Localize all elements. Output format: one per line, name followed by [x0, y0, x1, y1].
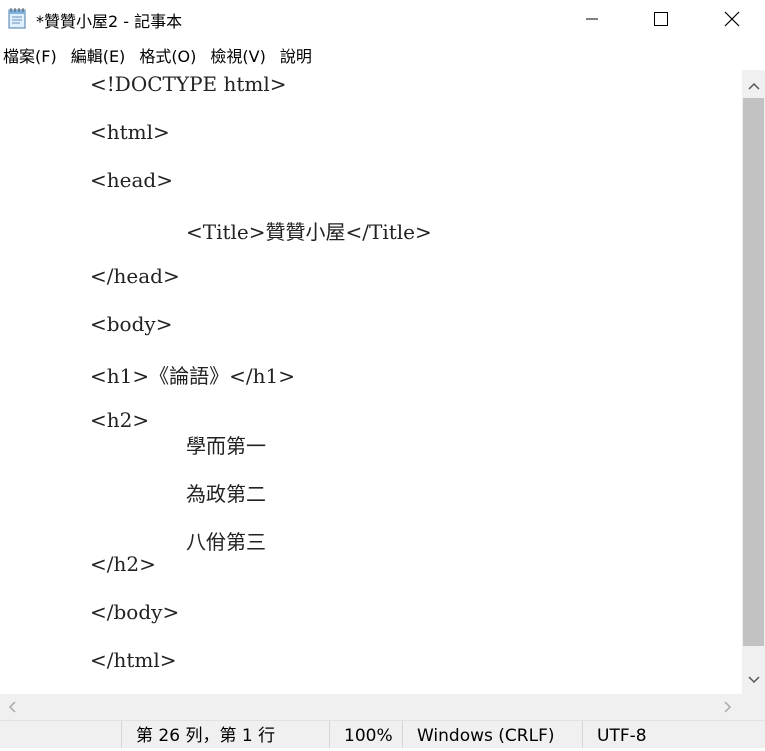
maximize-button[interactable] — [638, 0, 684, 38]
scroll-down-button[interactable] — [742, 668, 765, 692]
minimize-button[interactable] — [569, 0, 615, 38]
title-bar: *贊贊小屋2 - 記事本 — [0, 0, 765, 38]
line-ending: Windows (CRLF) — [402, 721, 580, 748]
editor-line: </head> — [90, 264, 180, 288]
editor-line: </body> — [90, 600, 180, 624]
chevron-down-icon — [747, 676, 760, 684]
encoding: UTF-8 — [582, 721, 765, 748]
menu-bar: 檔案(F) 編輯(E) 格式(O) 檢視(V) 說明 — [0, 42, 765, 68]
editor-line: </h2> — [90, 552, 156, 576]
editor-line: 為政第二 — [186, 482, 266, 506]
menu-edit[interactable]: 編輯(E) — [67, 43, 130, 67]
editor-line: 八佾第三 — [186, 530, 266, 554]
chevron-right-icon — [723, 701, 731, 713]
menu-view[interactable]: 檢視(V) — [206, 43, 269, 67]
vertical-scroll-thumb[interactable] — [743, 98, 764, 646]
horizontal-scrollbar[interactable] — [0, 694, 765, 720]
text-editor[interactable]: <!DOCTYPE html> <html> <head> <Title>贊贊小… — [0, 70, 742, 694]
editor-line: <h2> — [90, 408, 150, 432]
scroll-left-button[interactable] — [0, 695, 23, 719]
editor-line: </html> — [90, 648, 177, 672]
zoom-level: 100% — [329, 721, 403, 748]
minimize-icon — [586, 18, 598, 20]
menu-file[interactable]: 檔案(F) — [0, 43, 61, 67]
editor-line: <html> — [90, 120, 170, 144]
close-icon — [724, 11, 740, 27]
menu-help[interactable]: 說明 — [276, 43, 316, 67]
window-title: *贊贊小屋2 - 記事本 — [36, 12, 183, 31]
chevron-up-icon — [747, 82, 760, 90]
editor-line: <body> — [90, 312, 173, 336]
cursor-position: 第 26 列，第 1 行 — [121, 721, 331, 748]
editor-line: <!DOCTYPE html> — [90, 72, 287, 96]
chevron-left-icon — [8, 701, 16, 713]
scroll-up-button[interactable] — [742, 74, 765, 98]
close-button[interactable] — [709, 0, 755, 38]
maximize-icon — [654, 12, 668, 26]
editor-line: <Title>贊贊小屋</Title> — [186, 220, 432, 244]
editor-line: <head> — [90, 168, 173, 192]
editor-line: <h1>《論語》</h1> — [90, 364, 295, 388]
vertical-scrollbar[interactable] — [742, 70, 765, 694]
scroll-right-button[interactable] — [716, 695, 739, 719]
notepad-icon[interactable] — [7, 7, 27, 29]
status-bar: 第 26 列，第 1 行 100% Windows (CRLF) UTF-8 — [0, 720, 765, 748]
menu-format[interactable]: 格式(O) — [135, 43, 200, 67]
editor-line: 學而第一 — [186, 434, 266, 458]
